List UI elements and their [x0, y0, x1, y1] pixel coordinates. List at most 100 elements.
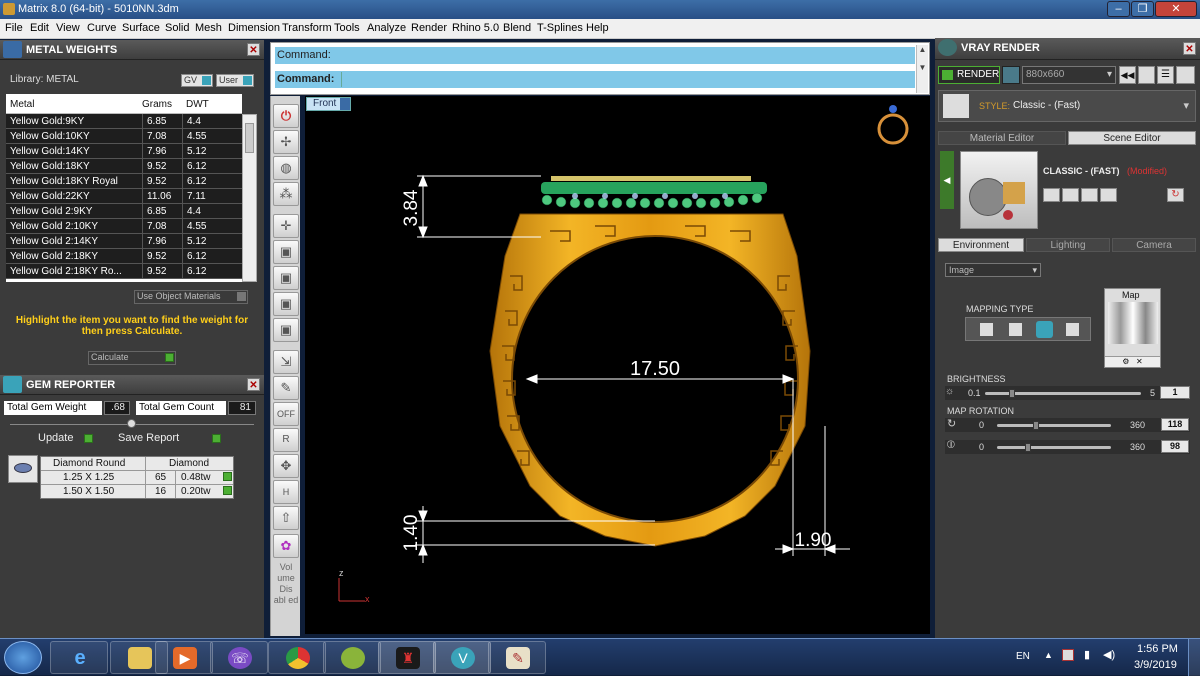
calculate-button[interactable]: Calculate [88, 351, 176, 365]
col-grams[interactable]: Grams [142, 99, 172, 110]
signal-icon[interactable]: ▮ [1084, 648, 1090, 661]
gems-icon[interactable]: ✿ [273, 534, 299, 558]
taskbar-vray[interactable]: V [433, 641, 491, 674]
resolution-select[interactable]: 880x660 ▾ [1022, 66, 1116, 84]
taskbar-ie[interactable]: e [50, 641, 108, 674]
taskbar-chrome[interactable] [268, 641, 326, 674]
preset-reset-icon[interactable]: ↻ [1167, 188, 1184, 202]
clock-date[interactable]: 3/9/2019 [1134, 659, 1177, 671]
menu-tsplines[interactable]: T-Splines [537, 22, 583, 34]
mapping-screen-icon[interactable] [1066, 323, 1079, 336]
tab-lighting[interactable]: Lighting [1026, 238, 1110, 252]
hide-icon[interactable]: H [273, 480, 299, 504]
taskbar-paint[interactable]: ✎ [488, 641, 546, 674]
tray-expand-icon[interactable]: ▲ [1044, 650, 1053, 660]
scroll-thumb[interactable] [245, 123, 254, 153]
mapping-flat-icon[interactable] [980, 323, 993, 336]
env-type-select[interactable]: Image ▾ [945, 263, 1041, 277]
metal-row[interactable]: Yellow Gold:22KY 11.06 7.11 [6, 189, 242, 204]
use-object-materials-toggle[interactable]: Use Object Materials [134, 290, 248, 304]
tab-camera[interactable]: Camera [1112, 238, 1196, 252]
mapping-sphere-icon[interactable] [1036, 321, 1053, 338]
gem-divider-handle[interactable] [127, 419, 136, 428]
clock-time[interactable]: 1:56 PM [1137, 643, 1178, 655]
tab-environment[interactable]: Environment [938, 238, 1024, 252]
preset-collapse-icon[interactable]: ◀ [940, 151, 954, 209]
metal-row[interactable]: Yellow Gold:10KY 7.08 4.55 [6, 129, 242, 144]
minimize-button[interactable]: – [1107, 1, 1130, 17]
rotation1-thumb[interactable] [1033, 421, 1039, 430]
network-icon[interactable]: ⁂ [273, 182, 299, 206]
menu-dimension[interactable]: Dimension [228, 22, 280, 34]
gem-row1-go-icon[interactable] [223, 472, 232, 481]
metal-row[interactable]: Yellow Gold:18KY Royal 9.52 6.12 [6, 174, 242, 189]
taskbar-viber[interactable]: ☏ [210, 641, 268, 674]
gv-toggle[interactable]: GV [181, 74, 213, 87]
menu-curve[interactable]: Curve [87, 22, 116, 34]
frame-buffer-icon[interactable] [1176, 66, 1195, 84]
brightness-value[interactable]: 1 [1160, 386, 1190, 399]
command-input[interactable] [341, 72, 911, 87]
tab-scene-editor[interactable]: Scene Editor [1068, 131, 1196, 145]
sphere-grid-icon[interactable]: ◍ [273, 156, 299, 180]
map-preview[interactable]: Map ⚙ ✕ [1104, 288, 1161, 368]
power-icon[interactable]: ⏻ [273, 104, 299, 128]
metal-row[interactable]: Yellow Gold:14KY 7.96 5.12 [6, 144, 242, 159]
maximize-button[interactable]: ❐ [1131, 1, 1154, 17]
offset-icon[interactable]: OFF [273, 402, 299, 426]
prev-icon[interactable]: ◀◀ [1119, 66, 1136, 84]
render-options-icon[interactable] [1002, 66, 1020, 84]
gem-reporter-close-icon[interactable]: ✕ [247, 378, 260, 391]
menu-view[interactable]: View [56, 22, 80, 34]
scale-icon[interactable]: ⇲ [273, 350, 299, 374]
menu-rhino[interactable]: Rhino 5.0 [452, 22, 499, 34]
menu-solid[interactable]: Solid [165, 22, 189, 34]
metal-row[interactable]: Yellow Gold 2:14KY 7.96 5.12 [6, 234, 242, 249]
box-side-icon[interactable]: ▣ [273, 266, 299, 290]
menu-analyze[interactable]: Analyze [367, 22, 406, 34]
metal-row[interactable]: Yellow Gold:9KY 6.85 4.4 [6, 114, 242, 129]
axes-icon[interactable]: ✛ [273, 214, 299, 238]
metal-row[interactable]: Yellow Gold 2:10KY 7.08 4.55 [6, 219, 242, 234]
rot2-value[interactable]: 98 [1161, 440, 1189, 453]
taskbar-media[interactable]: ▶ [155, 641, 213, 674]
style-selector[interactable]: STYLE: Classic - (Fast) ▾ [938, 90, 1196, 122]
box-top-icon[interactable]: ▣ [273, 292, 299, 316]
close-button[interactable]: ✕ [1155, 1, 1197, 17]
settings-grid-icon[interactable] [1138, 66, 1155, 84]
flag-icon[interactable] [1062, 649, 1074, 661]
preset-save-all-icon[interactable] [1062, 188, 1079, 202]
move-icon[interactable]: ✥ [273, 454, 299, 478]
menu-render[interactable]: Render [411, 22, 447, 34]
brightness-thumb[interactable] [1009, 389, 1015, 398]
rotation1-slider[interactable] [997, 424, 1111, 427]
menu-edit[interactable]: Edit [30, 22, 49, 34]
metal-row[interactable]: Yellow Gold:18KY 9.52 6.12 [6, 159, 242, 174]
metal-weights-close-icon[interactable]: ✕ [247, 43, 260, 56]
command-scrollbar[interactable]: ▲ ▼ [916, 45, 928, 93]
arrow-up-icon[interactable]: ⇧ [273, 506, 299, 530]
save-report-button[interactable]: Save Report [116, 432, 226, 446]
taskbar-matrix[interactable]: ♜ [378, 641, 436, 674]
fan-icon[interactable]: ✢ [273, 130, 299, 154]
preset-add-icon[interactable] [1100, 188, 1117, 202]
preset-save-icon[interactable] [1043, 188, 1060, 202]
col-metal[interactable]: Metal [10, 99, 34, 110]
box-front-icon[interactable]: ▣ [273, 240, 299, 264]
metal-row[interactable]: Yellow Gold 2:9KY 6.85 4.4 [6, 204, 242, 219]
list-icon[interactable]: ☰ [1157, 66, 1174, 84]
preset-load-icon[interactable] [1081, 188, 1098, 202]
update-button[interactable]: Update [36, 432, 98, 446]
show-desktop-button[interactable] [1188, 639, 1200, 676]
gem-row2-go-icon[interactable] [223, 486, 232, 495]
col-dwt[interactable]: DWT [186, 99, 209, 110]
metal-row[interactable]: Yellow Gold 2:18KY Ro... 9.52 6.12 [6, 264, 242, 279]
tab-material-editor[interactable]: Material Editor [938, 131, 1066, 145]
user-toggle[interactable]: User [216, 74, 254, 87]
volume-icon[interactable]: ◀) [1103, 648, 1115, 661]
front-viewport[interactable]: Front 3.84 17.50 1.40 1.90 z x [305, 96, 930, 634]
metal-table-scrollbar[interactable] [242, 114, 257, 282]
menu-transform[interactable]: Transform [282, 22, 332, 34]
taskbar-app1[interactable] [323, 641, 381, 674]
menu-help[interactable]: Help [586, 22, 609, 34]
